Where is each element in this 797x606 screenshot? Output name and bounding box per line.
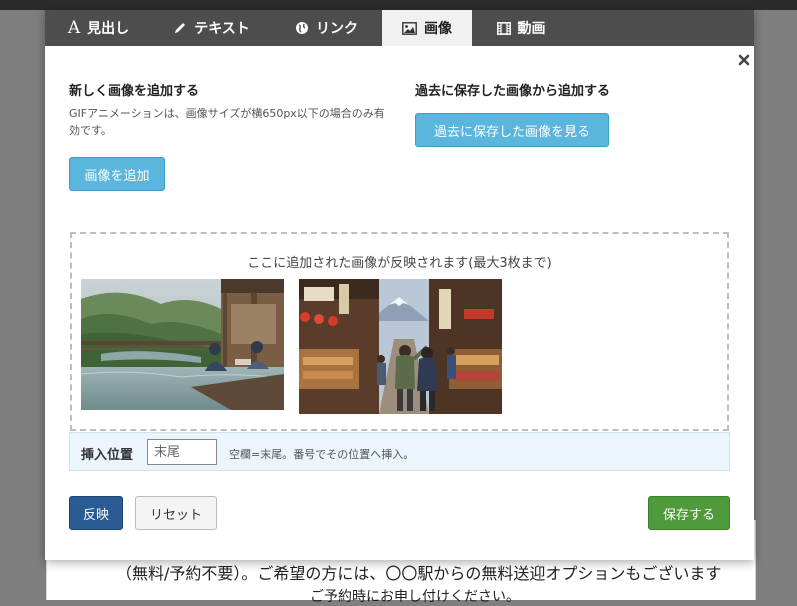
- film-icon: [496, 21, 511, 35]
- tab-video-label: 動画: [517, 21, 546, 37]
- reset-button[interactable]: リセット: [135, 496, 217, 530]
- apply-button[interactable]: 反映: [69, 496, 123, 530]
- add-new-heading: 新しく画像を追加する: [69, 84, 200, 99]
- view-past-images-button[interactable]: 過去に保存した画像を見る: [415, 113, 609, 147]
- pencil-icon: [173, 21, 187, 35]
- tab-link[interactable]: リンク: [271, 10, 382, 46]
- tab-heading[interactable]: A 見出し: [45, 10, 152, 46]
- dropzone-caption: ここに追加された画像が反映されます(最大3枚まで): [247, 256, 552, 271]
- insert-position-row: 挿入位置 空欄=末尾。番号でその位置へ挿入。: [69, 432, 730, 471]
- image-dropzone[interactable]: ここに追加された画像が反映されます(最大3枚まで): [70, 232, 729, 431]
- past-images-heading: 過去に保存した画像から追加する: [415, 84, 611, 99]
- close-icon[interactable]: [737, 53, 751, 67]
- heading-icon: A: [67, 18, 81, 38]
- background-text-line: （無料/予約不要）。ご希望の方には、〇〇駅からの無料送迎オプションもございます: [116, 564, 722, 583]
- insert-position-label: 挿入位置: [81, 448, 134, 463]
- gif-note: GIFアニメーションは、画像サイズが横650px以下の場合のみ有効です。: [69, 107, 385, 137]
- browser-top-strip: [0, 0, 797, 10]
- tab-video[interactable]: 動画: [472, 10, 570, 46]
- tab-image-label: 画像: [424, 21, 452, 37]
- insert-position-input[interactable]: [147, 439, 217, 465]
- background-text-line-2: ご予約時にお申し付けください。: [310, 589, 520, 605]
- thumbnail-onsen[interactable]: [81, 279, 284, 410]
- save-button[interactable]: 保存する: [648, 496, 730, 530]
- tab-text[interactable]: テキスト: [152, 10, 271, 46]
- image-icon: [402, 21, 417, 35]
- tab-image[interactable]: 画像: [382, 10, 472, 46]
- add-image-button[interactable]: 画像を追加: [69, 157, 165, 191]
- insert-position-hint: 空欄=末尾。番号でその位置へ挿入。: [229, 448, 415, 461]
- thumbnail-shopping-street[interactable]: [299, 279, 502, 414]
- tab-text-label: テキスト: [194, 21, 250, 37]
- tab-heading-label: 見出し: [87, 21, 130, 37]
- tab-link-label: リンク: [316, 21, 358, 37]
- globe-icon: [295, 21, 309, 35]
- image-editor-modal: A 見出し テキスト リンク 画像 動画 新しく画像を追加する GIFアニメーシ…: [45, 10, 754, 560]
- tab-bar: A 見出し テキスト リンク 画像 動画: [45, 10, 754, 46]
